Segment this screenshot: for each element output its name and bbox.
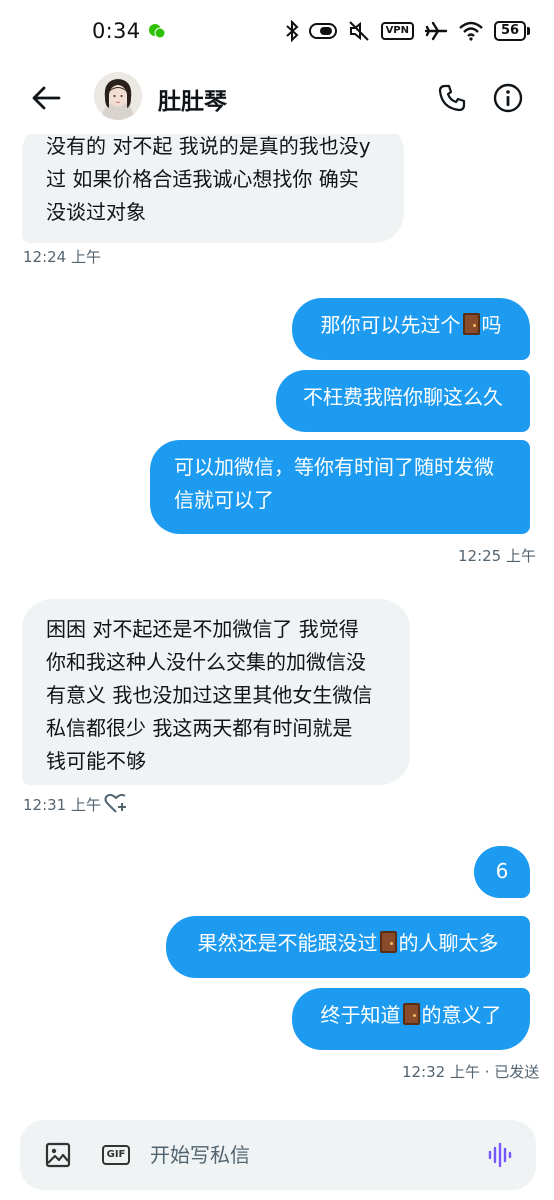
outgoing-message[interactable]: 不枉费我陪你聊这么久: [276, 370, 530, 432]
outgoing-message[interactable]: 那你可以先过个吗: [292, 298, 530, 360]
message-composer: GIF: [20, 1120, 536, 1190]
info-button[interactable]: [488, 78, 528, 118]
add-image-button[interactable]: [44, 1141, 72, 1169]
voice-waveform-icon: [488, 1142, 512, 1168]
message-timestamp: 12:24 上午: [23, 248, 101, 266]
message-timestamp: 12:31 上午: [23, 796, 101, 814]
add-reaction-icon[interactable]: [104, 792, 128, 814]
phone-icon: [438, 84, 466, 112]
image-icon: [45, 1142, 71, 1168]
back-button[interactable]: [26, 80, 66, 116]
door-emoji: [379, 931, 397, 953]
outgoing-message[interactable]: 6: [474, 846, 530, 898]
voice-message-button[interactable]: [486, 1141, 514, 1169]
door-emoji: [462, 313, 480, 335]
door-emoji: [402, 1003, 420, 1025]
add-gif-button[interactable]: GIF: [101, 1141, 131, 1169]
outgoing-message[interactable]: 终于知道 的意义了: [292, 988, 530, 1050]
contact-name[interactable]: 肚肚琴: [158, 82, 227, 116]
battery-level: 56: [494, 21, 526, 41]
incoming-message[interactable]: 没有的 对不起 我说的是真的我也没y 过 如果价格合适我诚心想找你 确实 没谈过…: [22, 134, 404, 243]
status-bar: 0:34 VPN 56: [0, 0, 554, 62]
back-arrow-icon: [32, 86, 61, 110]
outgoing-message[interactable]: 可以加微信，等你有时间了随时发微 信就可以了: [150, 440, 530, 534]
vpn-icon: VPN: [380, 22, 414, 40]
nfc-toggle-icon: [308, 21, 337, 41]
call-button[interactable]: [432, 78, 472, 118]
incoming-message[interactable]: 困困 对不起还是不加微信了 我觉得 你和我这种人没什么交集的加微信没 有意义 我…: [22, 599, 410, 785]
message-status-timestamp: 12:32 上午 · 已发送: [402, 1063, 540, 1081]
info-icon: [493, 83, 523, 113]
message-timestamp: 12:25 上午: [458, 547, 536, 565]
message-input[interactable]: [150, 1140, 470, 1170]
outgoing-message[interactable]: 果然还是不能跟没过 的人聊太多: [166, 916, 530, 978]
airplane-mode-icon: [424, 20, 448, 42]
gif-icon: GIF: [101, 1145, 131, 1165]
conversation-header: 肚肚琴: [0, 62, 554, 134]
dm-screen: 0:34 VPN 56 肚肚琴 没有的 对不起 我说的是真的我也没y 过 如果价…: [0, 0, 554, 1200]
mute-icon: [347, 20, 371, 42]
contact-avatar[interactable]: [94, 72, 142, 120]
battery-indicator: 56: [494, 21, 530, 41]
message-thread[interactable]: 没有的 对不起 我说的是真的我也没y 过 如果价格合适我诚心想找你 确实 没谈过…: [0, 134, 554, 1100]
bluetooth-icon: [285, 20, 299, 42]
status-time: 0:34: [92, 19, 141, 43]
wechat-notification-icon: [148, 22, 166, 40]
wifi-icon: [458, 21, 484, 41]
